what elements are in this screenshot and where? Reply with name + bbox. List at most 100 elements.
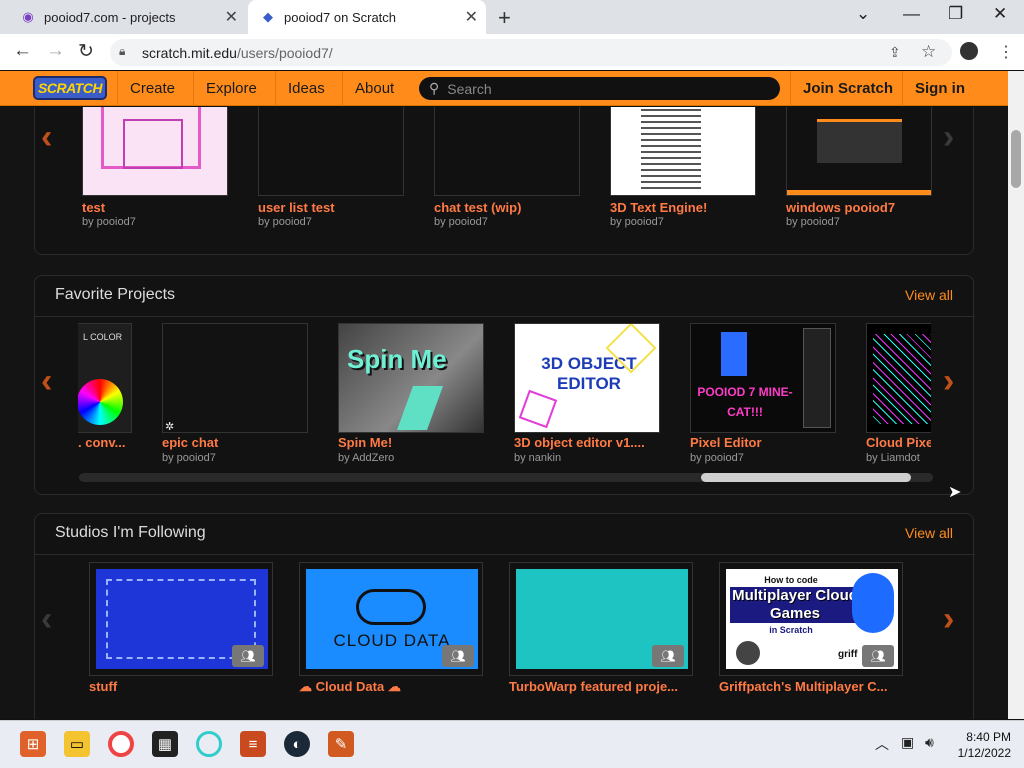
project-author[interactable]: by nankin: [514, 452, 561, 464]
forward-icon[interactable]: →: [46, 40, 65, 62]
project-author[interactable]: by AddZero: [338, 452, 394, 464]
project-thumbnail[interactable]: [866, 323, 931, 433]
studios-box: Studios I'm Following View all ‹ › 👥︎ st…: [34, 513, 975, 719]
join-scratch-link[interactable]: Join Scratch: [790, 71, 905, 106]
studio-title[interactable]: Griffpatch's Multiplayer C...: [719, 679, 903, 694]
studio-card[interactable]: 👥︎: [89, 562, 273, 676]
carousel-prev-arrow[interactable]: ‹: [41, 118, 52, 157]
maximize-icon[interactable]: ❐: [948, 4, 963, 24]
project-author[interactable]: by Liamdot: [866, 452, 920, 464]
close-tab-icon[interactable]: ✕: [465, 7, 478, 27]
nav-about[interactable]: About: [342, 71, 406, 106]
project-title[interactable]: user list test: [258, 200, 408, 215]
back-icon[interactable]: ←: [13, 40, 32, 62]
file-explorer-icon[interactable]: ▭: [64, 731, 90, 757]
scratch-logo[interactable]: SCRATCH: [33, 76, 107, 100]
project-thumbnail[interactable]: [610, 107, 756, 196]
project-author[interactable]: by pooiod7: [786, 216, 840, 228]
group-icon: 👥︎: [862, 645, 894, 667]
chrome-icon[interactable]: [108, 731, 134, 757]
view-all-link[interactable]: View all: [905, 525, 953, 541]
project-thumbnail[interactable]: POOIOD 7 MINE-CAT!!!: [690, 323, 836, 433]
section-heading: Studios I'm Following: [55, 524, 206, 541]
project-author[interactable]: by pooiod7: [258, 216, 312, 228]
project-thumbnail[interactable]: [434, 107, 580, 196]
project-title[interactable]: 3D Text Engine!: [610, 200, 760, 215]
section-heading: Favorite Projects: [55, 286, 176, 303]
project-title[interactable]: Pixel Editor: [690, 435, 840, 450]
close-tab-icon[interactable]: ✕: [225, 7, 238, 27]
studio-card[interactable]: 👥︎: [509, 562, 693, 676]
group-icon: 👥︎: [652, 645, 684, 667]
project-thumbnail[interactable]: [82, 107, 228, 196]
carousel-prev-arrow[interactable]: ‹: [41, 362, 52, 401]
store-icon[interactable]: ▦: [152, 731, 178, 757]
profile-avatar-icon[interactable]: [960, 42, 978, 60]
minimize-icon[interactable]: —: [903, 4, 920, 24]
project-title[interactable]: 3D object editor v1....: [514, 435, 664, 450]
project-thumbnail[interactable]: ✲: [162, 323, 308, 433]
paint-app-icon[interactable]: ✎: [328, 731, 354, 757]
project-thumbnail[interactable]: 3D OBJECT EDITOR: [514, 323, 660, 433]
app-icon[interactable]: [196, 731, 222, 757]
project-title[interactable]: Spin Me!: [338, 435, 488, 450]
project-title[interactable]: epic chat: [162, 435, 312, 450]
new-tab-button[interactable]: +: [498, 5, 511, 31]
carousel-next-arrow[interactable]: ›: [943, 118, 954, 157]
project-title[interactable]: Cloud Pixe: [866, 435, 931, 450]
lock-icon: 🔒︎: [119, 44, 126, 58]
project-author[interactable]: by pooiod7: [434, 216, 488, 228]
studio-card[interactable]: How to code Multiplayer Cloud Games in S…: [719, 562, 903, 676]
tab-scratch-profile[interactable]: ◆ pooiod7 on Scratch ✕: [248, 0, 486, 34]
nav-ideas[interactable]: Ideas: [275, 71, 337, 106]
network-icon[interactable]: ▣: [901, 734, 914, 751]
project-thumbnail[interactable]: Spin Me: [338, 323, 484, 433]
group-icon: 👥︎: [442, 645, 474, 667]
menu-kebab-icon[interactable]: ⋮: [998, 42, 1014, 62]
project-title[interactable]: test: [82, 200, 232, 215]
project-thumbnail[interactable]: [258, 107, 404, 196]
carousel-next-arrow[interactable]: ›: [943, 362, 954, 401]
page-scrollbar-thumb[interactable]: [1011, 130, 1021, 188]
globe-icon: ◉: [22, 9, 34, 24]
project-author[interactable]: by pooiod7: [610, 216, 664, 228]
url-text[interactable]: scratch.mit.edu/users/pooiod7/: [142, 45, 333, 61]
notes-app-icon[interactable]: ≡: [240, 731, 266, 757]
volume-icon[interactable]: 🔊︎: [925, 734, 934, 751]
profile-content: ‹ › test by pooiod7 user list test by po…: [0, 107, 1008, 719]
carousel-scrollbar[interactable]: [79, 473, 933, 482]
clock[interactable]: 8:40 PM 1/12/2022: [951, 729, 1011, 761]
sign-in-link[interactable]: Sign in: [902, 71, 977, 106]
nav-create[interactable]: Create: [117, 71, 187, 106]
project-author[interactable]: by pooiod7: [690, 452, 744, 464]
carousel-prev-arrow[interactable]: ‹: [41, 600, 52, 639]
studio-card[interactable]: CLOUD DATA 👥︎: [299, 562, 483, 676]
project-thumbnail[interactable]: L COLOR: [78, 323, 132, 433]
tab-pooiod7-projects[interactable]: ◉ pooiod7.com - projects ✕: [8, 0, 246, 34]
studio-title[interactable]: TurboWarp featured proje...: [509, 679, 693, 694]
share-icon[interactable]: ⇪: [889, 44, 901, 61]
view-all-link[interactable]: View all: [905, 287, 953, 303]
carousel-scrollbar-thumb[interactable]: [701, 473, 911, 482]
close-window-icon[interactable]: ✕: [993, 4, 1007, 24]
project-title[interactable]: chat test (wip): [434, 200, 584, 215]
group-icon: 👥︎: [232, 645, 264, 667]
tab-title: pooiod7.com - projects: [44, 9, 176, 25]
favorite-projects-box: Favorite Projects View all ‹ › L COLOR .…: [34, 275, 975, 495]
nav-explore[interactable]: Explore: [193, 71, 269, 106]
studio-title[interactable]: ☁ Cloud Data ☁: [299, 679, 483, 695]
steam-icon[interactable]: ◐: [284, 731, 310, 757]
project-author[interactable]: by pooiod7: [82, 216, 136, 228]
carousel-next-arrow[interactable]: ›: [943, 600, 954, 639]
project-thumbnail[interactable]: [786, 107, 932, 196]
search-input[interactable]: ⚲ Search: [419, 77, 780, 100]
project-title[interactable]: windows pooiod7: [786, 200, 936, 215]
search-icon: ⚲: [429, 80, 440, 96]
project-author[interactable]: by pooiod7: [162, 452, 216, 464]
tab-search-icon[interactable]: ⌄: [856, 4, 870, 24]
studio-title[interactable]: stuff: [89, 679, 273, 694]
bookmark-star-icon[interactable]: ☆: [921, 42, 936, 62]
start-icon[interactable]: ⊞: [20, 731, 46, 757]
tray-chevron-icon[interactable]: ︿: [875, 734, 889, 754]
reload-icon[interactable]: ↻: [78, 40, 94, 63]
